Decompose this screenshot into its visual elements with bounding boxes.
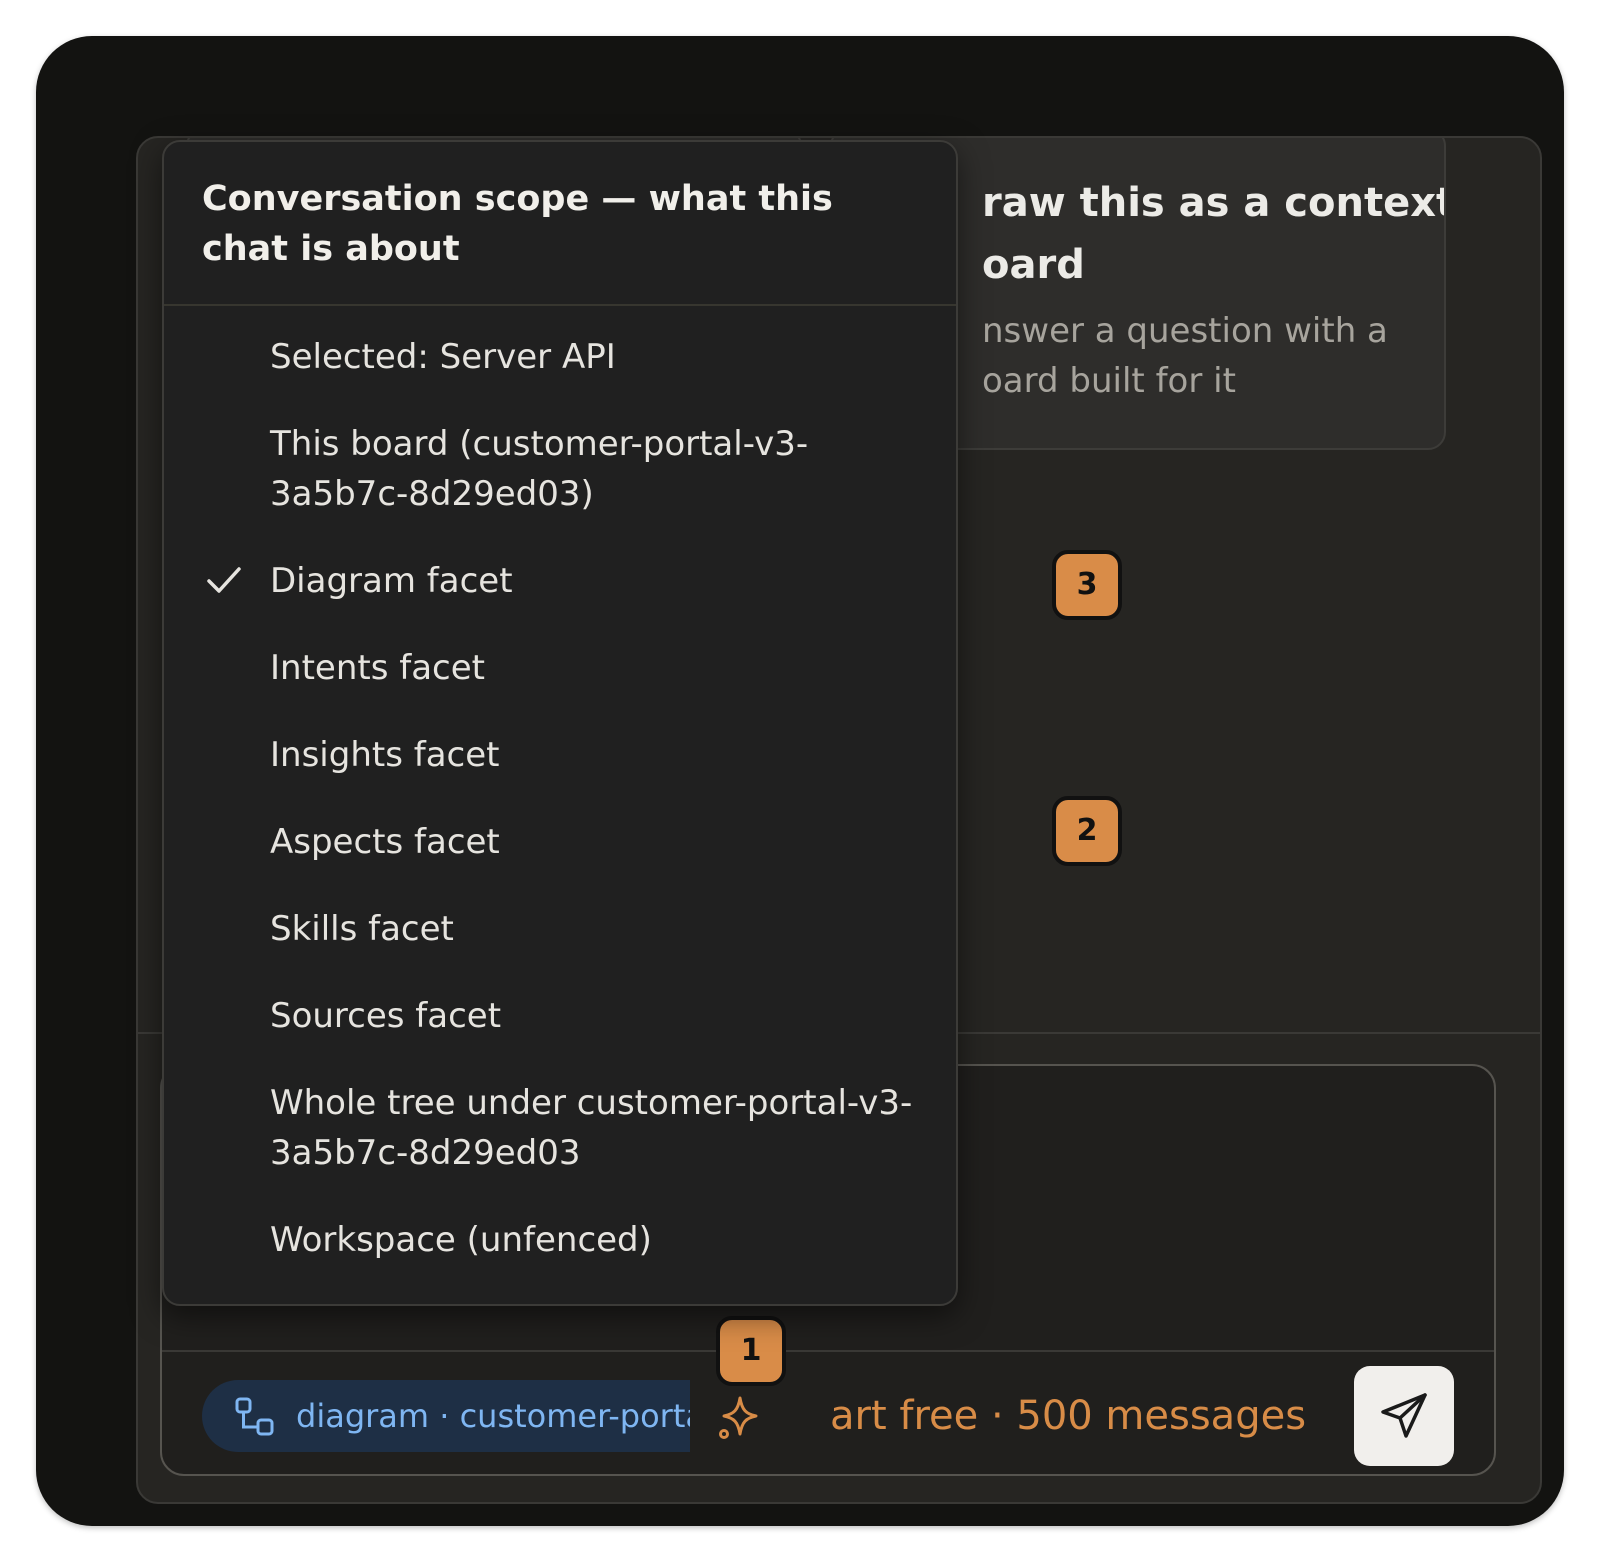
send-icon bbox=[1381, 1393, 1427, 1438]
scope-option-aspects-facet[interactable]: Aspects facet bbox=[164, 817, 956, 867]
scope-chip[interactable]: diagram · customer-portal-v3-3a5b7c-8d29… bbox=[202, 1380, 690, 1452]
scope-option-intents-facet[interactable]: Intents facet bbox=[164, 643, 956, 693]
option-label: Insights facet bbox=[270, 735, 500, 775]
scope-option-workspace[interactable]: Workspace (unfenced) bbox=[164, 1215, 956, 1265]
scope-option-diagram-facet[interactable]: Diagram facet bbox=[164, 556, 956, 606]
scope-option-sources-facet[interactable]: Sources facet bbox=[164, 991, 956, 1041]
annotation-badge-2: 2 bbox=[1052, 796, 1122, 866]
scope-dropdown-menu: Conversation scope — what this chat is a… bbox=[162, 140, 958, 1306]
annotation-badge-1: 1 bbox=[716, 1316, 786, 1386]
option-label: Skills facet bbox=[270, 909, 454, 949]
scope-option-this-board[interactable]: This board (customer-portal-v3-3a5b7c-8d… bbox=[164, 419, 956, 519]
option-label: Sources facet bbox=[270, 996, 502, 1036]
dropdown-options: Selected: Server API This board (custome… bbox=[164, 332, 956, 1302]
dropdown-header: Conversation scope — what this chat is a… bbox=[202, 179, 833, 269]
dropdown-separator bbox=[164, 304, 956, 306]
option-label: Diagram facet bbox=[270, 561, 513, 601]
scope-option-whole-tree[interactable]: Whole tree under customer-portal-v3-3a5b… bbox=[164, 1078, 956, 1178]
scope-option-insights-facet[interactable]: Insights facet bbox=[164, 730, 956, 780]
send-button[interactable] bbox=[1354, 1366, 1454, 1466]
card-title-line2: oard bbox=[982, 242, 1085, 288]
option-label: This board (customer-portal-v3-3a5b7c-8d… bbox=[270, 424, 809, 514]
option-label: Aspects facet bbox=[270, 822, 500, 862]
sparkle-icon bbox=[719, 1396, 758, 1439]
scope-chip-label: diagram · customer-portal-v3-3a5b7c-8d29… bbox=[296, 1397, 690, 1435]
checkmark-icon bbox=[207, 567, 241, 593]
annotation-badge-3: 3 bbox=[1052, 550, 1122, 620]
option-label: Whole tree under customer-portal-v3-3a5b… bbox=[270, 1083, 913, 1173]
card-subtitle: nswer a question with a oard built for i… bbox=[982, 306, 1442, 406]
option-label: Workspace (unfenced) bbox=[270, 1220, 652, 1260]
card-title-line1: raw this as a context bbox=[982, 180, 1446, 226]
card-title: raw this as a context oard bbox=[982, 172, 1444, 296]
composer-toolbar-divider bbox=[162, 1350, 1494, 1352]
option-label: Intents facet bbox=[270, 648, 485, 688]
diagram-icon bbox=[235, 1397, 274, 1436]
card-subtitle-line1: nswer a question with a bbox=[982, 311, 1388, 351]
scope-option-skills-facet[interactable]: Skills facet bbox=[164, 904, 956, 954]
scope-option-selected[interactable]: Selected: Server API bbox=[164, 332, 956, 382]
promo-text: art free · 500 messages bbox=[830, 1393, 1307, 1439]
option-label: Selected: Server API bbox=[270, 337, 616, 377]
card-subtitle-line2: oard built for it bbox=[982, 361, 1236, 401]
